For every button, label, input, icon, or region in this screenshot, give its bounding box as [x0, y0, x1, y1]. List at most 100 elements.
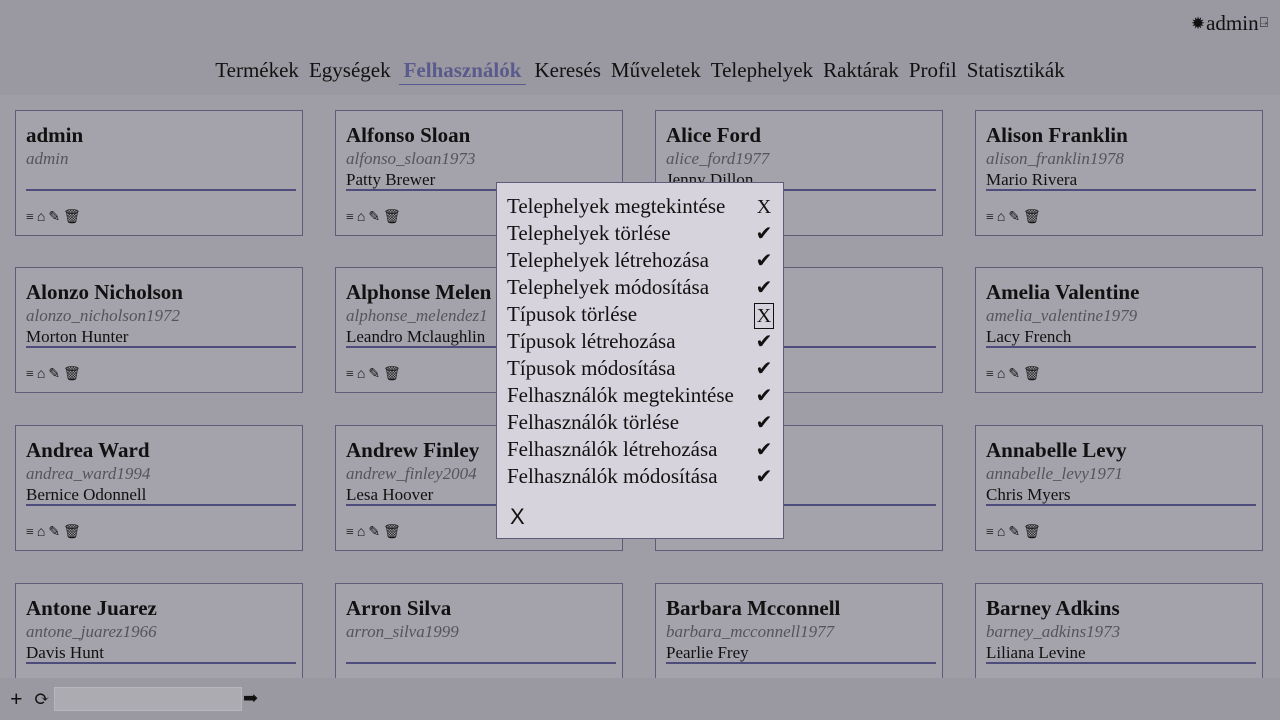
- check-icon[interactable]: ✔: [755, 276, 773, 300]
- list-icon[interactable]: ≡: [26, 525, 34, 541]
- add-button[interactable]: +: [10, 686, 23, 712]
- edit-icon[interactable]: ✎: [368, 366, 380, 383]
- user-manager-field: [26, 169, 296, 191]
- logout-icon[interactable]: ⍈: [1260, 16, 1268, 32]
- user-card[interactable]: Alonzo Nicholson alonzo_nicholson1972 Mort…: [15, 267, 303, 393]
- user-login-name: alfonso_sloan1973: [346, 149, 476, 168]
- user-card[interactable]: Alison Franklin alison_franklin1978 Mario …: [975, 110, 1263, 236]
- check-icon[interactable]: ✔: [755, 357, 773, 381]
- search-input[interactable]: [54, 687, 242, 711]
- user-full-name: Andrew Finley: [346, 438, 480, 462]
- nav-item-6[interactable]: Raktárak: [821, 58, 901, 85]
- delete-icon[interactable]: 🗑: [1023, 209, 1041, 226]
- edit-icon[interactable]: ✎: [1008, 209, 1020, 226]
- nav-item-2[interactable]: Felhasználók: [398, 58, 527, 85]
- delete-icon[interactable]: 🗑: [383, 209, 401, 226]
- list-icon[interactable]: ≡: [346, 210, 354, 226]
- check-icon[interactable]: ✔: [755, 222, 773, 246]
- user-full-name: Alonzo Nicholson: [26, 280, 183, 304]
- check-icon[interactable]: ✔: [755, 411, 773, 435]
- user-card[interactable]: Andrea Ward andrea_ward1994 Bernice Odonne…: [15, 425, 303, 551]
- x-icon[interactable]: X: [755, 195, 773, 219]
- top-bar: ✹ admin ⍈ Termékek Egységek Felhasználók Ke…: [0, 0, 1280, 95]
- warehouse-icon[interactable]: ⌂: [37, 367, 45, 383]
- user-card[interactable]: Barney Adkins barney_adkins1973 Liliana Le…: [975, 583, 1263, 678]
- delete-icon[interactable]: 🗑: [63, 366, 81, 383]
- user-manager-field: Mario Rivera: [986, 169, 1256, 191]
- list-icon[interactable]: ≡: [986, 525, 994, 541]
- user-manager-field: [346, 642, 616, 664]
- edit-icon[interactable]: ✎: [48, 209, 60, 226]
- refresh-icon[interactable]: ⟳: [34, 688, 50, 711]
- permission-label: Típusok létrehozása: [507, 329, 676, 353]
- edit-icon[interactable]: ✎: [368, 209, 380, 226]
- permission-label: Felhasználók megtekintése: [507, 383, 734, 407]
- user-card[interactable]: Antone Juarez antone_juarez1966 Davis Hunt: [15, 583, 303, 678]
- delete-icon[interactable]: 🗑: [383, 524, 401, 541]
- nav-item-8[interactable]: Statisztikák: [965, 58, 1067, 85]
- user-manager-field: Pearlie Frey: [666, 642, 936, 664]
- delete-icon[interactable]: 🗑: [1023, 524, 1041, 541]
- list-icon[interactable]: ≡: [346, 525, 354, 541]
- delete-icon[interactable]: 🗑: [63, 209, 81, 226]
- user-full-name: Arron Silva: [346, 596, 452, 620]
- user-manager-field: Liliana Levine: [986, 642, 1256, 664]
- user-manager-field: Morton Hunter: [26, 326, 296, 348]
- user-card[interactable]: admin admin ≡ ⌂ ✎ 🗑: [15, 110, 303, 236]
- nav-item-3[interactable]: Keresés: [532, 58, 602, 85]
- list-icon[interactable]: ≡: [26, 210, 34, 226]
- card-actions: ≡⌂✎🗑: [26, 209, 81, 226]
- user-card[interactable]: Barbara Mcconnell barbara_mcconnell1977 Pe…: [655, 583, 943, 678]
- user-login-name: arron_silva1999: [346, 622, 459, 641]
- delete-icon[interactable]: 🗑: [63, 524, 81, 541]
- modal-close-button[interactable]: X: [510, 504, 525, 530]
- edit-icon[interactable]: ✎: [1008, 524, 1020, 541]
- edit-icon[interactable]: ✎: [48, 366, 60, 383]
- permission-label: Telephelyek módosítása: [507, 275, 710, 299]
- nav-item-0[interactable]: Termékek: [213, 58, 301, 85]
- check-icon[interactable]: ✔: [755, 465, 773, 489]
- user-card[interactable]: Annabelle Levy annabelle_levy1971 Chris My…: [975, 425, 1263, 551]
- check-icon[interactable]: ✔: [755, 330, 773, 354]
- delete-icon[interactable]: 🗑: [383, 366, 401, 383]
- user-manager-field: Chris Myers: [986, 484, 1256, 506]
- main-nav: Termékek Egységek Felhasználók Keresés Művel…: [0, 58, 1280, 85]
- nav-item-7[interactable]: Profil: [907, 58, 959, 85]
- user-card[interactable]: Amelia Valentine amelia_valentine1979 Lacy…: [975, 267, 1263, 393]
- warehouse-icon[interactable]: ⌂: [37, 210, 45, 226]
- user-menu[interactable]: ✹ admin ⍈: [1191, 11, 1268, 36]
- check-icon[interactable]: ✔: [755, 249, 773, 273]
- card-actions: ≡⌂✎🗑: [346, 524, 401, 541]
- user-login-name: alice_ford1977: [666, 149, 770, 168]
- warehouse-icon[interactable]: ⌂: [997, 367, 1005, 383]
- user-login-name: admin: [26, 149, 69, 168]
- nav-item-5[interactable]: Telephelyek: [709, 58, 815, 85]
- check-icon[interactable]: ✔: [755, 384, 773, 408]
- warehouse-icon[interactable]: ⌂: [997, 210, 1005, 226]
- card-actions: ≡⌂✎🗑: [986, 209, 1041, 226]
- user-full-name: Antone Juarez: [26, 596, 157, 620]
- edit-icon[interactable]: ✎: [1008, 366, 1020, 383]
- user-card[interactable]: Arron Silva arron_silva1999: [335, 583, 623, 678]
- list-icon[interactable]: ≡: [26, 367, 34, 383]
- warehouse-icon[interactable]: ⌂: [37, 525, 45, 541]
- edit-icon[interactable]: ✎: [48, 524, 60, 541]
- user-login-name: barbara_mcconnell1977: [666, 622, 835, 641]
- warehouse-icon[interactable]: ⌂: [357, 367, 365, 383]
- sun-icon[interactable]: ✹: [1191, 14, 1205, 34]
- warehouse-icon[interactable]: ⌂: [357, 210, 365, 226]
- nav-item-4[interactable]: Műveletek: [609, 58, 703, 85]
- check-icon[interactable]: ✔: [755, 438, 773, 462]
- list-icon[interactable]: ≡: [986, 367, 994, 383]
- card-actions: ≡⌂✎🗑: [986, 366, 1041, 383]
- x-icon[interactable]: X: [754, 303, 774, 329]
- list-icon[interactable]: ≡: [346, 367, 354, 383]
- list-icon[interactable]: ≡: [986, 210, 994, 226]
- delete-icon[interactable]: 🗑: [1023, 366, 1041, 383]
- warehouse-icon[interactable]: ⌂: [997, 525, 1005, 541]
- nav-item-1[interactable]: Egységek: [307, 58, 393, 85]
- go-arrow-icon[interactable]: ➡: [243, 688, 258, 709]
- user-full-name: Alice Ford: [666, 123, 762, 147]
- edit-icon[interactable]: ✎: [368, 524, 380, 541]
- warehouse-icon[interactable]: ⌂: [357, 525, 365, 541]
